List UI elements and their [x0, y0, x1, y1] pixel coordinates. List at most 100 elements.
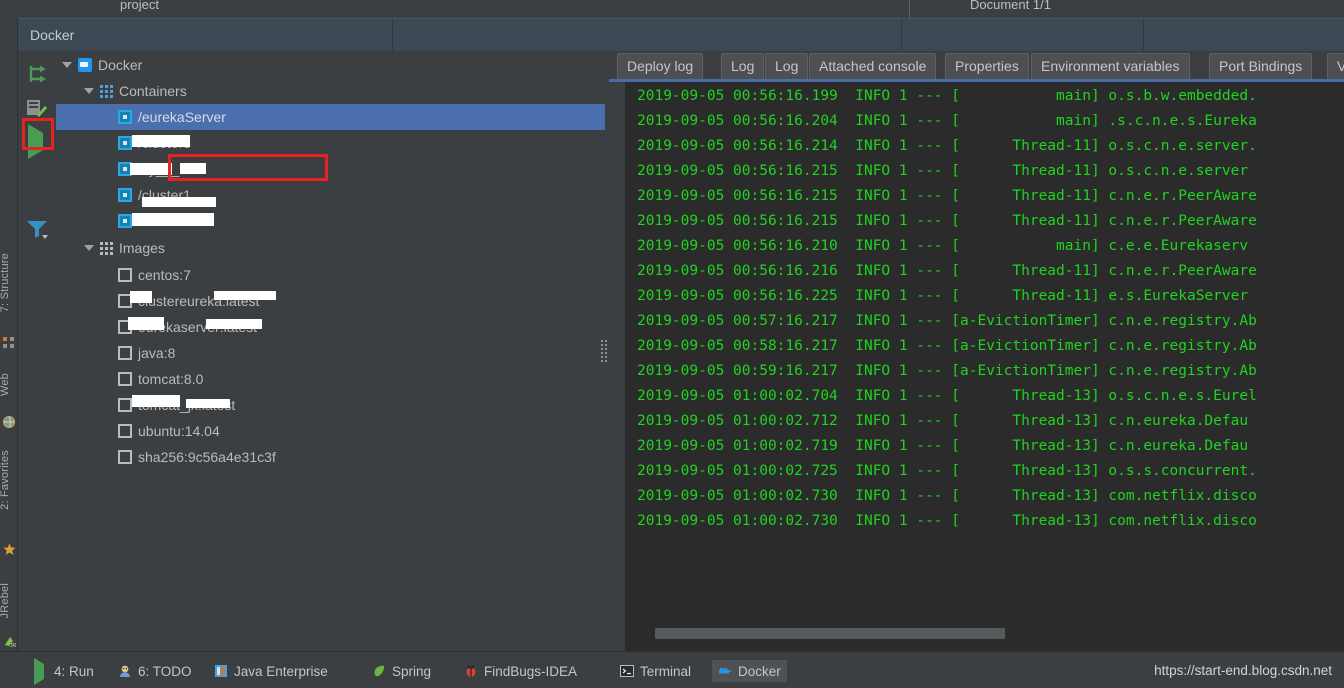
tree-label: java:8: [138, 345, 176, 361]
redaction-mark: [180, 163, 206, 174]
findbugs-bug-icon: [464, 664, 478, 678]
terminal-icon: [620, 664, 634, 678]
stop-icon[interactable]: [28, 164, 54, 190]
tree-item-container-cluster1[interactable]: /cluster1: [56, 182, 605, 208]
status-item-spring[interactable]: Spring: [366, 660, 437, 682]
splitter-grip[interactable]: [601, 340, 608, 364]
redaction-mark: [206, 319, 262, 329]
chevron-down-icon[interactable]: [62, 62, 72, 68]
tree-item-image-centos[interactable]: centos:7: [56, 262, 605, 288]
tab-volume-bindings[interactable]: V: [1327, 53, 1344, 79]
header-segment-3: [902, 19, 1144, 52]
redaction-mark: [132, 395, 180, 407]
container-details-panel: Deploy log Log Log Attached console Prop…: [609, 51, 1344, 651]
status-item-label: Terminal: [640, 663, 692, 679]
containers-grid-icon: [100, 84, 113, 98]
delete-icon[interactable]: [26, 194, 52, 220]
tree-node-containers[interactable]: Containers: [56, 78, 605, 104]
log-line: 2019-09-05 00:56:16.204 INFO 1 --- [ mai…: [637, 113, 1257, 129]
run-icon[interactable]: [28, 124, 54, 159]
log-line: 2019-09-05 01:00:02.730 INFO 1 --- [ Thr…: [637, 513, 1257, 529]
redaction-mark: [128, 317, 164, 330]
editor-tab-document[interactable]: Document 1/1: [970, 0, 1051, 12]
log-line: 2019-09-05 00:57:16.217 INFO 1 --- [a-Ev…: [637, 313, 1257, 329]
redaction-mark: [214, 291, 276, 300]
container-icon: [118, 136, 132, 150]
log-line: 2019-09-05 01:00:02.730 INFO 1 --- [ Thr…: [637, 488, 1257, 504]
tool-window-title: Docker: [30, 27, 75, 43]
chevron-down-icon[interactable]: [84, 88, 94, 94]
run-icon: [34, 658, 48, 685]
image-icon: [118, 398, 132, 412]
left-tool-strip: 7: Structure Web 2: Favorites JRebel JR: [0, 18, 18, 651]
log-line: 2019-09-05 00:56:16.215 INFO 1 --- [ Thr…: [637, 188, 1257, 204]
status-bar: 4: Run 6: TODO Java Enterprise Spring Fi…: [0, 651, 1344, 688]
status-item-label: Docker: [738, 663, 781, 679]
log-line: 2019-09-05 00:56:16.214 INFO 1 --- [ Thr…: [637, 138, 1257, 154]
log-line: 2019-09-05 01:00:02.704 INFO 1 --- [ Thr…: [637, 388, 1257, 404]
status-item-java-enterprise[interactable]: Java Enterprise: [208, 660, 334, 682]
tab-log-1[interactable]: Log: [721, 53, 765, 79]
filter-icon[interactable]: [26, 219, 52, 245]
log-line: 2019-09-05 00:56:16.216 INFO 1 --- [ Thr…: [637, 263, 1257, 279]
chevron-down-icon[interactable]: [84, 245, 94, 251]
status-item-todo[interactable]: 6: TODO: [112, 660, 198, 682]
log-line: 2019-09-05 00:58:16.217 INFO 1 --- [a-Ev…: [637, 338, 1257, 354]
tab-log-2[interactable]: Log: [765, 53, 809, 79]
status-item-terminal[interactable]: Terminal: [614, 660, 697, 682]
status-item-docker[interactable]: Docker: [712, 660, 787, 682]
redaction-mark: [132, 213, 214, 226]
status-item-label: 4: Run: [54, 663, 94, 679]
tab-port-bindings[interactable]: Port Bindings: [1209, 53, 1313, 79]
log-line: 2019-09-05 00:56:16.199 INFO 1 --- [ mai…: [637, 88, 1257, 104]
tree-item-image-sha256[interactable]: sha256:9c56a4e31c3f: [56, 444, 605, 470]
tool-window-header: Docker: [18, 18, 1344, 52]
watermark-url: https://start-end.blog.csdn.net: [1154, 663, 1332, 678]
tree-item-image-tomcat[interactable]: tomcat:8.0: [56, 366, 605, 392]
tree-item-container-eurekaserver[interactable]: /eurekaServer: [56, 104, 605, 130]
deploy-icon[interactable]: [24, 62, 50, 88]
status-item-label: 6: TODO: [138, 663, 192, 679]
container-icon: [118, 214, 132, 228]
tab-environment-variables[interactable]: Environment variables: [1031, 53, 1190, 79]
log-line: 2019-09-05 00:56:16.215 INFO 1 --- [ Thr…: [637, 163, 1249, 179]
tab-attached-console[interactable]: Attached console: [809, 53, 937, 79]
redaction-mark: [132, 135, 190, 147]
container-icon: [118, 188, 132, 202]
spring-leaf-icon: [372, 664, 386, 678]
tree-label: Docker: [98, 57, 143, 73]
image-icon: [118, 346, 132, 360]
image-icon: [118, 450, 132, 464]
docker-tree[interactable]: Docker Containers /eurekaServer /cluster…: [56, 51, 605, 651]
strip-item-structure[interactable]: 7: Structure: [0, 253, 17, 312]
container-icon: [118, 110, 132, 124]
tree-label: tomcat:8.0: [138, 371, 204, 387]
tree-item-image-ubuntu[interactable]: ubuntu:14.04: [56, 418, 605, 444]
strip-item-jrebel[interactable]: JRebel: [0, 583, 17, 618]
strip-item-favorites[interactable]: 2: Favorites: [0, 450, 17, 510]
star-icon: [3, 543, 16, 555]
header-segment-2: [393, 19, 902, 52]
strip-item-web[interactable]: Web: [0, 373, 17, 396]
log-console[interactable]: 2019-09-05 00:56:16.199 INFO 1 --- [ mai…: [625, 82, 1344, 651]
status-item-run[interactable]: 4: Run: [28, 658, 100, 685]
ide-window: project Document 1/1 Docker 7: Structure…: [0, 0, 1344, 688]
globe-icon: [3, 415, 15, 428]
tab-deploy-log[interactable]: Deploy log: [617, 53, 704, 79]
image-icon: [118, 424, 132, 438]
tree-label: centos:7: [138, 267, 191, 283]
run-triangle: [28, 124, 43, 159]
redaction-mark: [186, 399, 230, 408]
tab-properties[interactable]: Properties: [945, 53, 1029, 79]
redaction-mark: [142, 197, 216, 207]
horizontal-scrollbar[interactable]: [655, 628, 1005, 639]
structure-icon: [3, 336, 15, 348]
redaction-mark: [130, 163, 172, 175]
edit-configuration-icon[interactable]: [24, 96, 50, 122]
tree-node-images[interactable]: Images: [56, 235, 605, 261]
tree-item-image-java[interactable]: java:8: [56, 340, 605, 366]
tree-node-docker-root[interactable]: Docker: [56, 52, 605, 78]
editor-tab-project[interactable]: project: [120, 0, 159, 12]
java-enterprise-icon: [214, 664, 228, 678]
status-item-findbugs[interactable]: FindBugs-IDEA: [458, 660, 583, 682]
